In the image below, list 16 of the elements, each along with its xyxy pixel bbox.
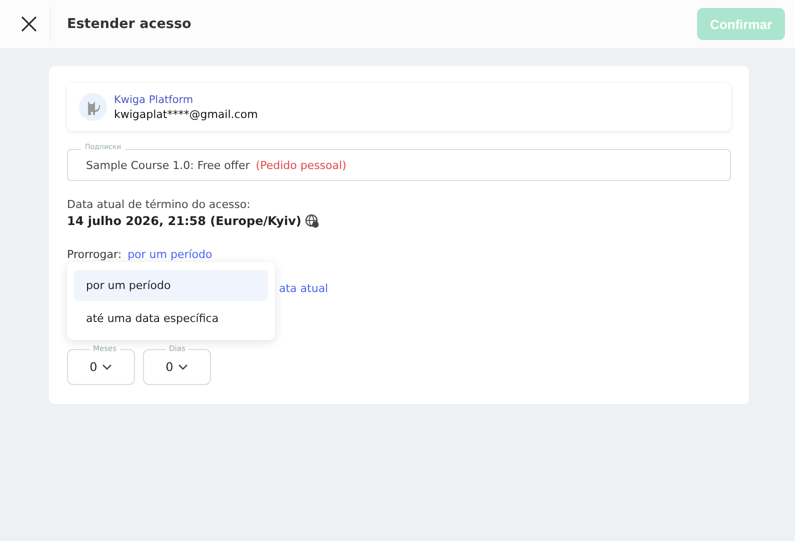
- cat-avatar-icon: [79, 93, 107, 121]
- end-date-value: 14 julho 2026, 21:58 (Europe/Kyiv): [67, 214, 302, 228]
- menu-item[interactable]: por um período: [74, 270, 268, 301]
- subscription-field[interactable]: Sample Course 1.0: Free offer (Pedido pessoal): [67, 149, 731, 181]
- chevron-down-icon: [178, 364, 188, 370]
- globe-clock-icon: [305, 214, 320, 228]
- from-date-link[interactable]: ata atual: [279, 282, 328, 295]
- user-name: Kwiga Platform: [114, 94, 194, 106]
- extend-label: Prorrogar:: [67, 248, 122, 261]
- period-type-link[interactable]: por um período: [128, 248, 212, 261]
- page-title: Estender acesso: [67, 16, 192, 32]
- user-email: kwigaplat****@gmail.com: [114, 108, 258, 120]
- close-icon: [21, 16, 37, 32]
- chevron-down-icon: [102, 364, 112, 370]
- menu-item[interactable]: até uma data específica: [74, 303, 268, 334]
- end-date-label: Data atual de término do acesso:: [67, 198, 250, 211]
